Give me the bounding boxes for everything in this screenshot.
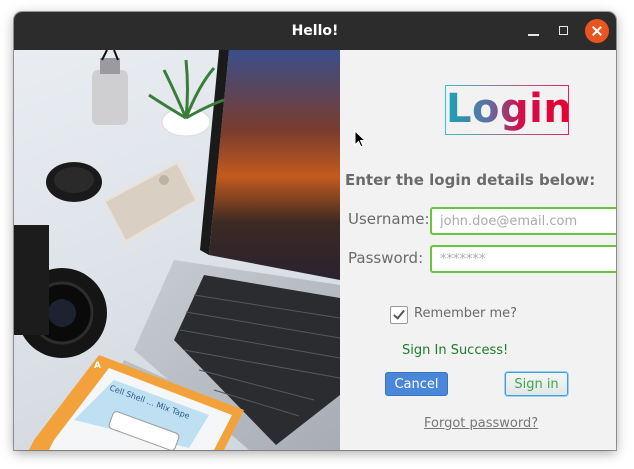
password-label: Password:: [348, 249, 424, 267]
remember-me-checkbox[interactable]: [390, 306, 408, 324]
remember-me-label[interactable]: Remember me?: [414, 306, 517, 321]
sign-in-button[interactable]: Sign in: [505, 372, 568, 396]
username-input[interactable]: [430, 207, 616, 235]
title-bar[interactable]: Hello!: [14, 12, 616, 50]
cassette-side: A: [94, 361, 101, 371]
maximize-icon[interactable]: [552, 19, 576, 43]
login-form: Login Enter the login details below: Use…: [340, 50, 616, 450]
minimize-icon[interactable]: [522, 19, 546, 43]
close-icon[interactable]: [585, 19, 609, 43]
username-label: Username:: [348, 210, 430, 228]
app-window: Hello! Cell Shell ... Mix Tape A Login E…: [14, 12, 616, 450]
status-message: Sign In Success!: [402, 343, 509, 358]
form-heading: Enter the login details below:: [345, 171, 596, 189]
login-logo: Login: [445, 85, 572, 135]
forgot-password-link[interactable]: Forgot password?: [424, 416, 538, 431]
mouse-pointer-icon: [354, 130, 366, 148]
password-input[interactable]: [430, 245, 616, 273]
desk-photo-illustration: Cell Shell ... Mix Tape A: [14, 50, 340, 450]
hero-photo: Cell Shell ... Mix Tape A: [14, 50, 340, 450]
cancel-button[interactable]: Cancel: [385, 372, 448, 396]
